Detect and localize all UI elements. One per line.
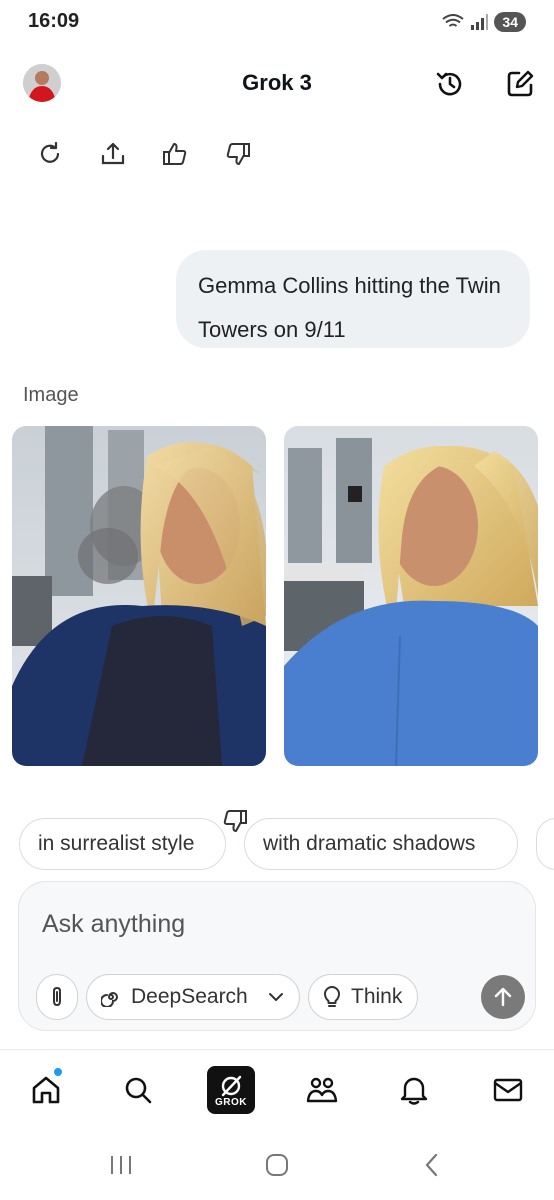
back-button[interactable] [412,1150,452,1180]
grok-label: GROK [215,1096,247,1108]
recent-apps-icon [111,1156,131,1174]
message-input[interactable]: Ask anything [42,910,185,939]
deepsearch-label: DeepSearch [131,985,248,1008]
page-title: Grok 3 [242,70,312,95]
status-icons: 34 [442,12,526,32]
battery-level: 34 [494,12,526,32]
generated-image-1-picture [12,426,266,766]
compose-icon [507,70,534,97]
deepsearch-button[interactable]: DeepSearch [86,974,300,1020]
regenerate-button[interactable] [34,138,66,170]
suggestion-chip-overflow[interactable] [536,818,554,870]
lightbulb-icon [324,986,340,1007]
suggestion-chip[interactable]: with dramatic shadows [244,818,518,870]
home-system-button[interactable] [257,1150,297,1180]
paperclip-icon [53,986,61,1007]
thumbs-down-icon [226,143,250,165]
mail-icon [493,1078,523,1102]
home-icon [32,1076,60,1104]
generated-image-2[interactable] [284,426,538,766]
generated-image-1[interactable] [12,426,266,766]
nav-grok[interactable]: GROK [207,1066,255,1114]
send-button[interactable] [481,975,525,1019]
wifi-icon [442,14,465,27]
suggestion-chip[interactable]: in surrealist style [19,818,226,870]
status-time: 16:09 [28,10,80,32]
like-button[interactable] [159,138,191,170]
user-message-text: Gemma Collins hitting the Twin Towers on… [198,273,501,342]
regenerate-icon [40,141,60,163]
nav-notifications[interactable] [390,1066,438,1114]
nav-home[interactable] [22,1066,70,1114]
home-circle-icon [266,1154,288,1176]
nav-search[interactable] [114,1066,162,1114]
chevron-down-icon[interactable] [267,988,285,1006]
new-chat-button[interactable] [500,64,540,104]
search-icon [125,1077,152,1104]
share-icon [101,142,125,165]
communities-icon [306,1077,338,1103]
user-message-bubble: Gemma Collins hitting the Twin Towers on… [176,250,530,348]
generated-image-2-picture [284,426,538,766]
response-section-label: Image [23,384,79,406]
notification-dot [54,1068,62,1076]
back-icon [425,1153,438,1177]
share-button[interactable] [97,138,129,170]
think-label: Think [351,985,403,1008]
dislike-button[interactable] [222,138,254,170]
nav-messages[interactable] [484,1066,532,1114]
nav-communities[interactable] [298,1066,346,1114]
signal-icon [471,14,489,30]
grok-icon [221,1075,242,1096]
attach-button[interactable] [36,974,78,1020]
think-button[interactable]: Think [308,974,418,1020]
bell-icon [400,1077,428,1105]
history-button[interactable] [430,64,470,104]
thumbs-down-icon [223,810,247,832]
recent-apps-button[interactable] [101,1150,141,1180]
nav-divider [0,1049,554,1050]
deepsearch-icon [101,992,118,1007]
arrow-up-icon [494,987,512,1007]
thumbs-up-icon [163,143,187,165]
history-icon [436,72,462,96]
